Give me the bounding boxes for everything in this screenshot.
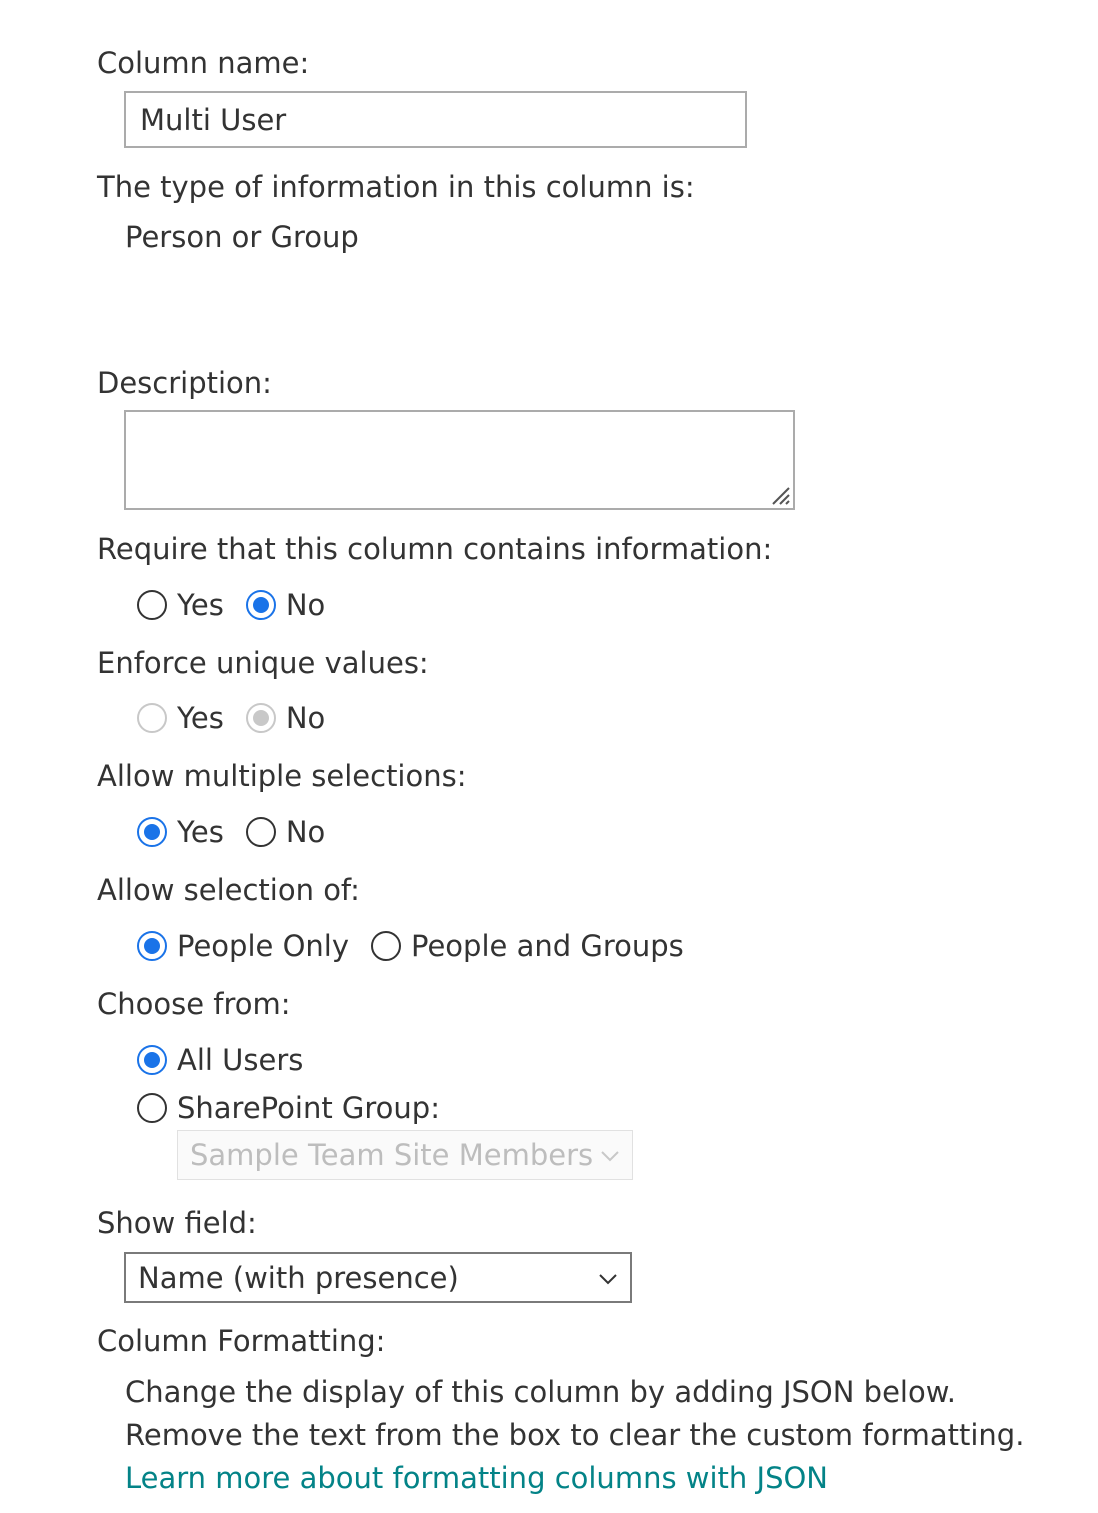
formatting-label: Column Formatting: xyxy=(97,1324,386,1358)
multiple-yes-label[interactable]: Yes xyxy=(177,815,224,849)
unique-label: Enforce unique values: xyxy=(97,646,429,680)
sharepoint-group-dropdown-value: Sample Team Site Members xyxy=(190,1138,594,1172)
multiple-no-label[interactable]: No xyxy=(286,815,325,849)
people-and-groups-label[interactable]: People and Groups xyxy=(411,929,684,963)
description-textarea[interactable] xyxy=(124,410,795,510)
unique-yes-radio xyxy=(137,703,167,733)
column-settings-form: Column name: Multi User The type of info… xyxy=(0,0,1098,1513)
require-label: Require that this column contains inform… xyxy=(97,532,773,566)
people-only-radio[interactable] xyxy=(137,931,167,961)
chevron-down-icon xyxy=(601,1151,619,1162)
selection-of-label: Allow selection of: xyxy=(97,873,360,907)
formatting-line-2: Remove the text from the box to clear th… xyxy=(125,1418,1025,1452)
unique-radio-group: Yes No xyxy=(137,700,347,736)
column-name-input[interactable]: Multi User xyxy=(124,91,747,148)
sharepoint-group-radio[interactable] xyxy=(137,1093,167,1123)
chevron-down-icon[interactable] xyxy=(598,1273,618,1285)
multiple-radio-group: Yes No xyxy=(137,814,347,850)
column-type-label: The type of information in this column i… xyxy=(97,170,695,204)
require-no-radio[interactable] xyxy=(245,590,276,620)
sharepoint-group-dropdown: Sample Team Site Members xyxy=(177,1130,633,1180)
selection-of-radio-group: People Only People and Groups xyxy=(137,928,706,964)
multiple-label: Allow multiple selections: xyxy=(97,759,467,793)
column-name-label: Column name: xyxy=(97,46,310,80)
resize-grip-icon[interactable] xyxy=(769,484,791,506)
multiple-no-radio[interactable] xyxy=(245,817,276,847)
require-radio-group: Yes No xyxy=(137,587,347,623)
unique-no-label: No xyxy=(285,701,326,735)
show-field-label: Show field: xyxy=(97,1206,257,1240)
sharepoint-group-label[interactable]: SharePoint Group: xyxy=(177,1091,440,1125)
people-only-label[interactable]: People Only xyxy=(177,929,349,963)
column-type-value: Person or Group xyxy=(125,220,359,254)
show-field-value: Name (with presence) xyxy=(138,1260,459,1295)
multiple-yes-radio[interactable] xyxy=(137,817,167,847)
all-users-row: All Users xyxy=(137,1042,325,1078)
unique-yes-label: Yes xyxy=(177,701,224,735)
show-field-select[interactable]: Name (with presence) xyxy=(124,1252,632,1303)
formatting-learn-more-link[interactable]: Learn more about formatting columns with… xyxy=(125,1461,828,1495)
formatting-description: Change the display of this column by add… xyxy=(125,1371,1024,1500)
formatting-line-1: Change the display of this column by add… xyxy=(125,1375,956,1409)
require-yes-label[interactable]: Yes xyxy=(177,588,224,622)
unique-no-radio xyxy=(245,703,276,733)
require-no-label[interactable]: No xyxy=(286,588,325,622)
all-users-radio[interactable] xyxy=(137,1045,167,1075)
description-label: Description: xyxy=(97,366,272,400)
sharepoint-group-row: SharePoint Group: xyxy=(137,1090,462,1126)
choose-from-label: Choose from: xyxy=(97,987,291,1021)
all-users-label[interactable]: All Users xyxy=(177,1043,303,1077)
require-yes-radio[interactable] xyxy=(137,590,167,620)
people-and-groups-radio[interactable] xyxy=(371,931,401,961)
